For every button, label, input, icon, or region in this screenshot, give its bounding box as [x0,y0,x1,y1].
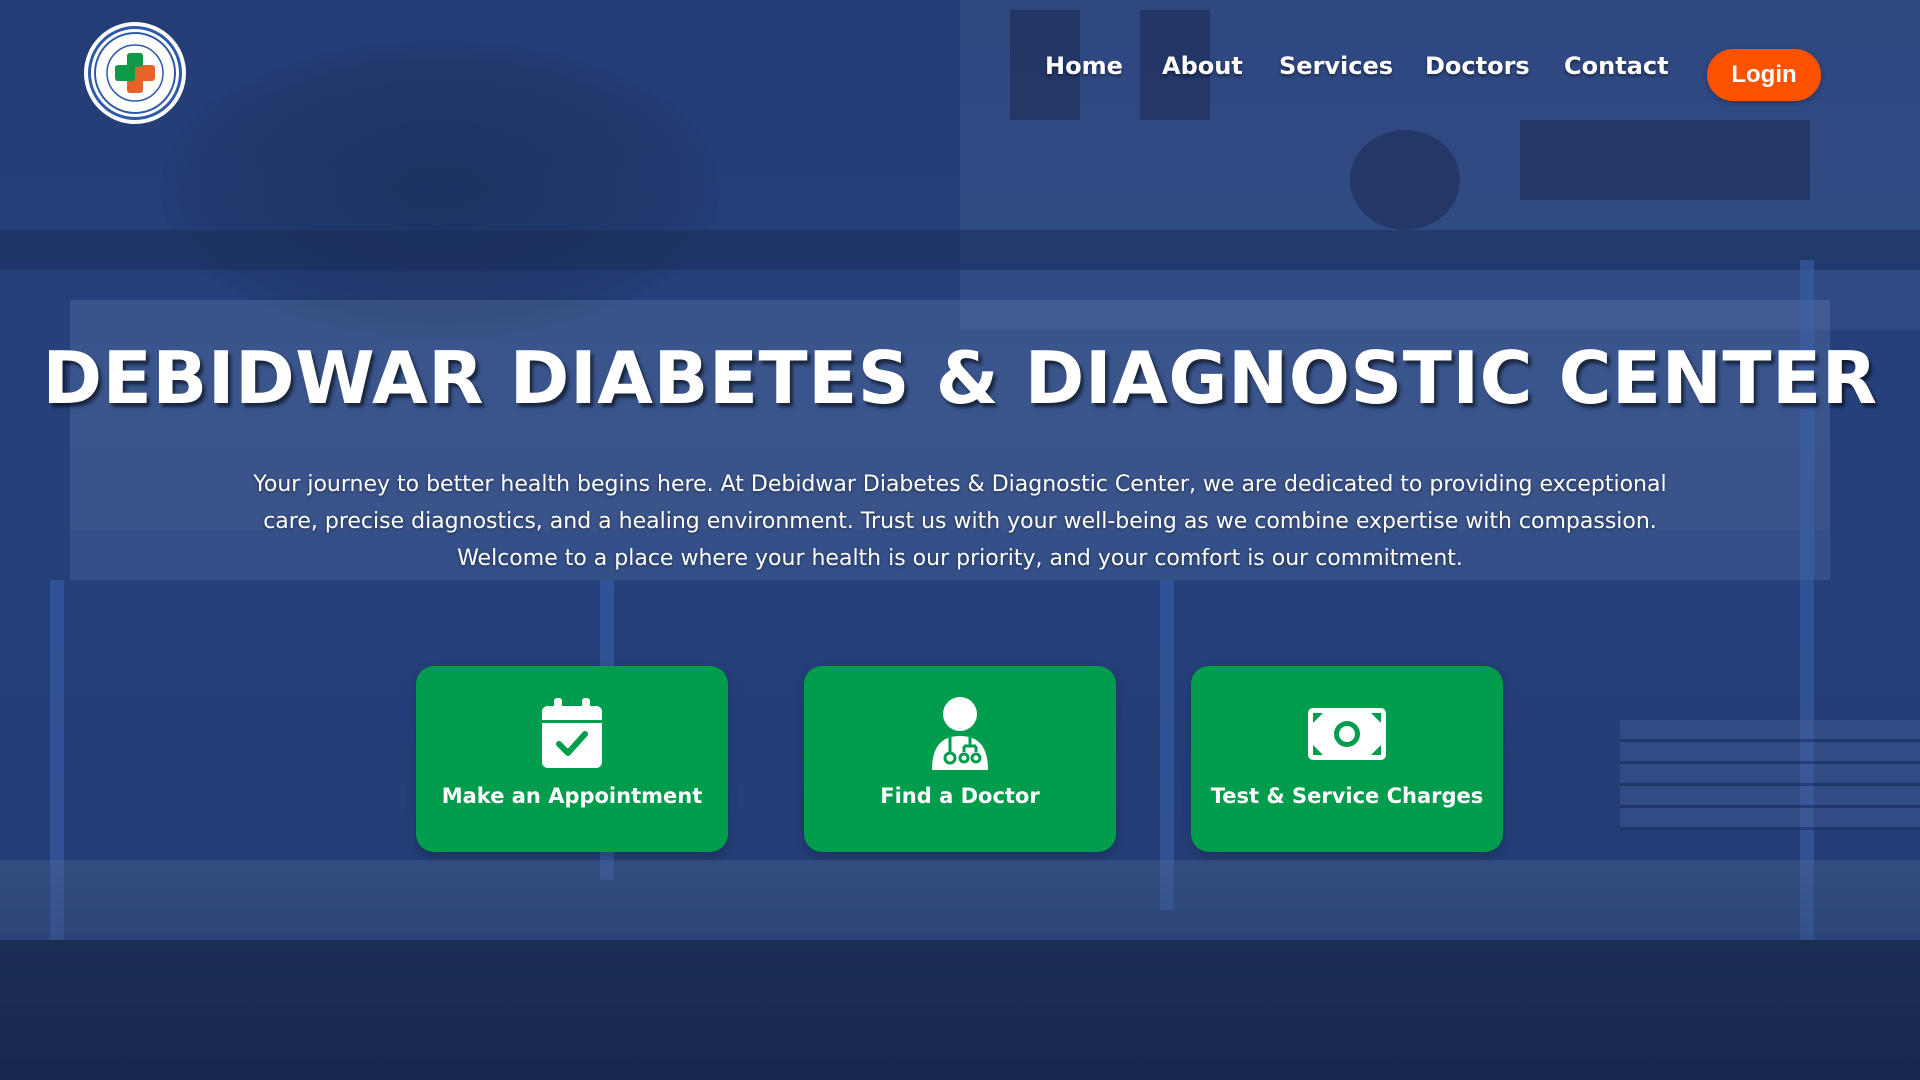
nav-link-doctors[interactable]: Doctors [1425,52,1530,80]
nav-link-home[interactable]: Home [1045,52,1123,80]
background-pole [50,580,64,940]
login-button[interactable]: Login [1707,49,1821,101]
doctor-icon [804,696,1116,770]
nav-link-services[interactable]: Services [1279,52,1393,80]
background-grass [0,940,1920,1080]
nav-link-about[interactable]: About [1162,52,1243,80]
background-tree [160,40,720,340]
find-doctor-card[interactable]: Find a Doctor [804,666,1116,852]
card-label: Test & Service Charges [1210,784,1484,808]
test-service-charges-card[interactable]: Test & Service Charges [1191,666,1503,852]
make-appointment-card[interactable]: Make an Appointment [416,666,728,852]
nav-link-contact[interactable]: Contact [1564,52,1669,80]
background-balcony [1520,120,1810,200]
site-logo[interactable] [88,26,182,120]
background-ground [0,860,1920,1080]
background-roof [0,230,1920,270]
background-ac-unit [1350,130,1460,230]
background-pole [1160,580,1174,910]
card-label: Make an Appointment [441,784,703,808]
calendar-check-icon [416,696,728,770]
medical-cross-logo-icon [94,32,176,114]
background-brick-wall [1620,720,1920,830]
hero-description: Your journey to better health begins her… [240,466,1680,577]
hero-description-line: care, precise diagnostics, and a healing… [263,509,1657,534]
hero-section: Home About Services Doctors Contact Logi… [0,0,1920,1080]
page-title: DEBIDWAR DIABETES & DIAGNOSTIC CENTER [42,336,1878,420]
money-bill-icon [1191,696,1503,770]
hero-description-line: Welcome to a place where your health is … [457,546,1463,571]
card-label: Find a Doctor [880,784,1040,808]
hero-description-line: Your journey to better health begins her… [253,472,1667,497]
